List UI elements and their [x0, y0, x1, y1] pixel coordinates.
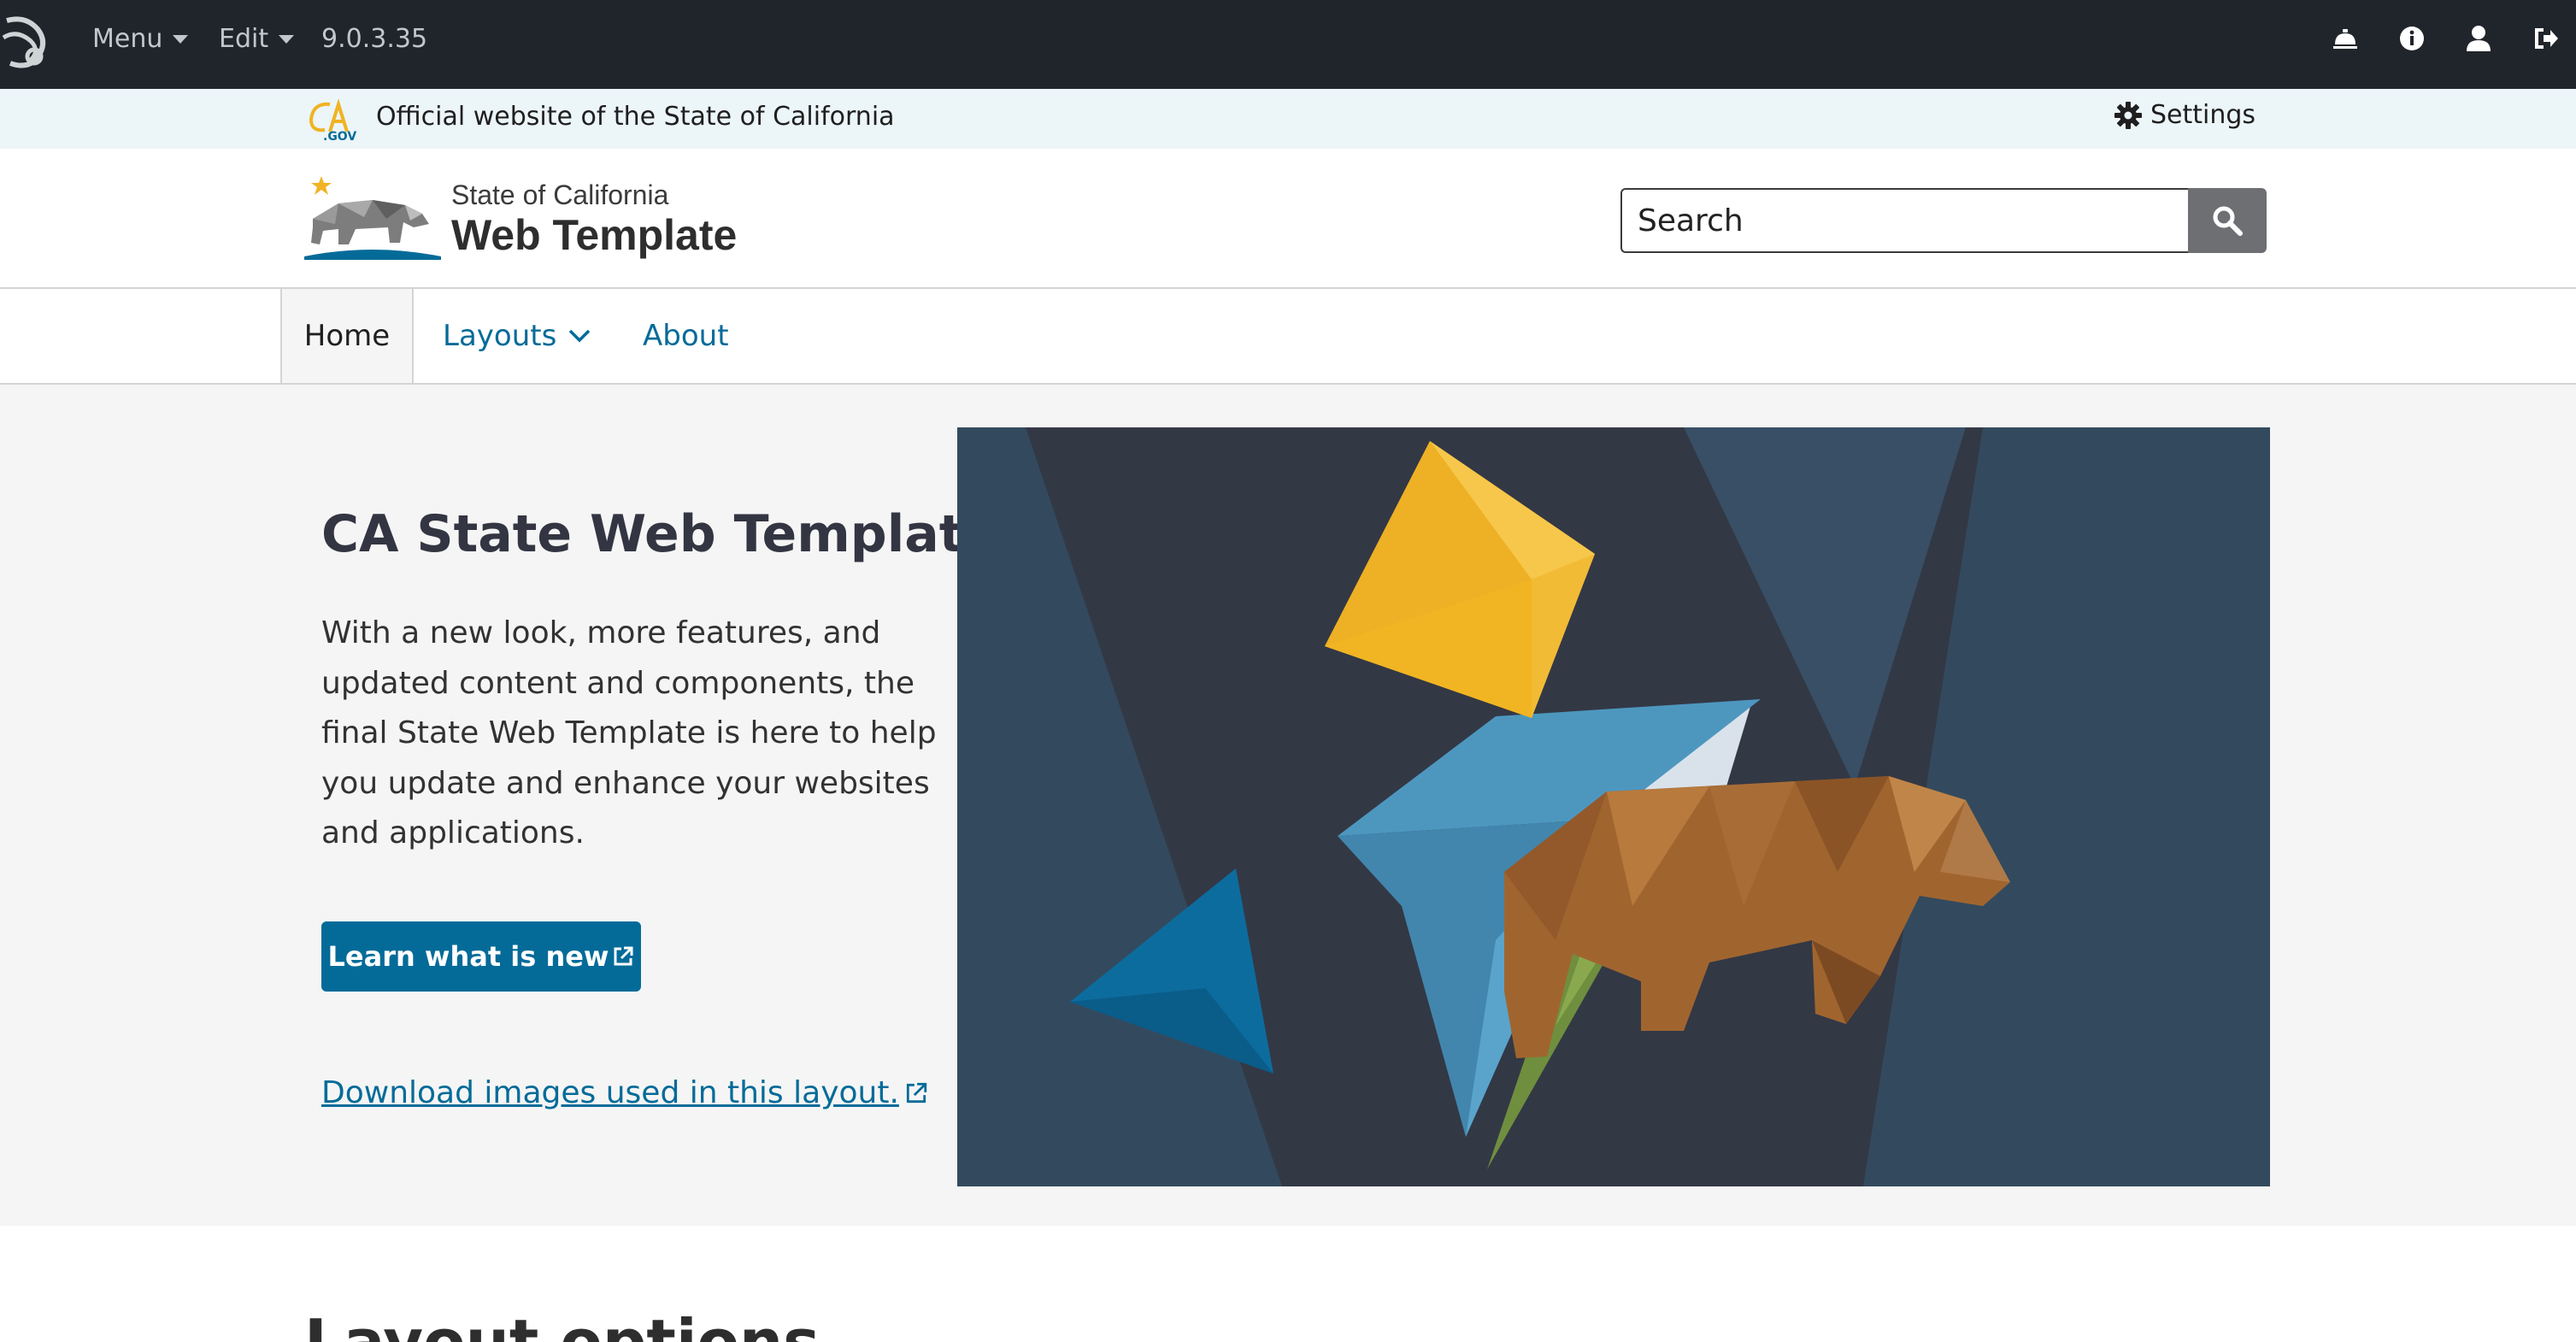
admin-toolbar: Menu Edit 9.0.3.35: [0, 0, 2576, 89]
drupal-logo-icon[interactable]: [0, 12, 60, 72]
hero-description: With a new look, more features, and upda…: [321, 615, 937, 851]
california-bear-logo-icon[interactable]: [304, 174, 441, 260]
settings-label: Settings: [2150, 100, 2256, 130]
version-number: 9.0.3.35: [321, 24, 427, 54]
utility-header: .GOV Official website of the State of Ca…: [0, 89, 2576, 149]
search-form: [1620, 188, 2267, 253]
nav-layouts-label: Layouts: [443, 319, 557, 353]
chevron-down-icon: [569, 329, 591, 343]
state-name: State of California: [451, 180, 669, 210]
admin-menu-label: Menu: [92, 24, 163, 54]
download-link-label: Download images used in this layout.: [321, 1075, 899, 1110]
hero-section: CA State Web Template With a new look, m…: [0, 385, 2576, 1226]
user-icon[interactable]: [2465, 24, 2492, 53]
admin-edit-label: Edit: [219, 24, 269, 54]
external-link-icon: [906, 1082, 927, 1103]
hero-title: CA State Web Template: [321, 504, 999, 564]
nav-item-layouts[interactable]: Layouts: [443, 289, 592, 383]
main-navigation: Home Layouts About: [0, 289, 2576, 385]
search-button[interactable]: [2188, 188, 2267, 253]
search-input[interactable]: [1620, 188, 2188, 253]
search-icon: [2213, 206, 2243, 236]
version-text: 9.0.3.35: [321, 24, 428, 54]
nav-item-about[interactable]: About: [643, 289, 729, 383]
external-link-icon: [614, 946, 633, 966]
nav-about-label: About: [643, 319, 729, 353]
caret-down-icon: [279, 34, 295, 44]
learn-button-label: Learn what is new: [327, 940, 609, 973]
gear-icon: [2114, 101, 2142, 129]
nav-home-label: Home: [303, 319, 391, 353]
admin-menu-dropdown[interactable]: Menu: [92, 24, 189, 54]
svg-text:.GOV: .GOV: [323, 130, 356, 142]
caret-down-icon: [173, 34, 189, 44]
layout-options-heading: Layout options: [304, 1306, 820, 1342]
admin-edit-dropdown[interactable]: Edit: [219, 24, 295, 54]
concierge-bell-icon[interactable]: [2332, 24, 2359, 53]
sign-out-icon[interactable]: [2532, 24, 2559, 53]
settings-button[interactable]: Settings: [2114, 100, 2255, 130]
ca-gov-logo-icon[interactable]: .GOV: [304, 97, 361, 142]
learn-what-is-new-button[interactable]: Learn what is new: [321, 921, 641, 992]
info-circle-icon[interactable]: [2398, 24, 2426, 53]
hero-illustration: [957, 427, 2270, 1186]
download-images-link[interactable]: Download images used in this layout.: [321, 1075, 928, 1110]
nav-item-home[interactable]: Home: [280, 289, 414, 383]
site-title[interactable]: Web Template: [451, 210, 737, 260]
official-website-text: Official website of the State of Califor…: [376, 102, 895, 132]
branding-header: State of California Web Template: [0, 149, 2576, 289]
